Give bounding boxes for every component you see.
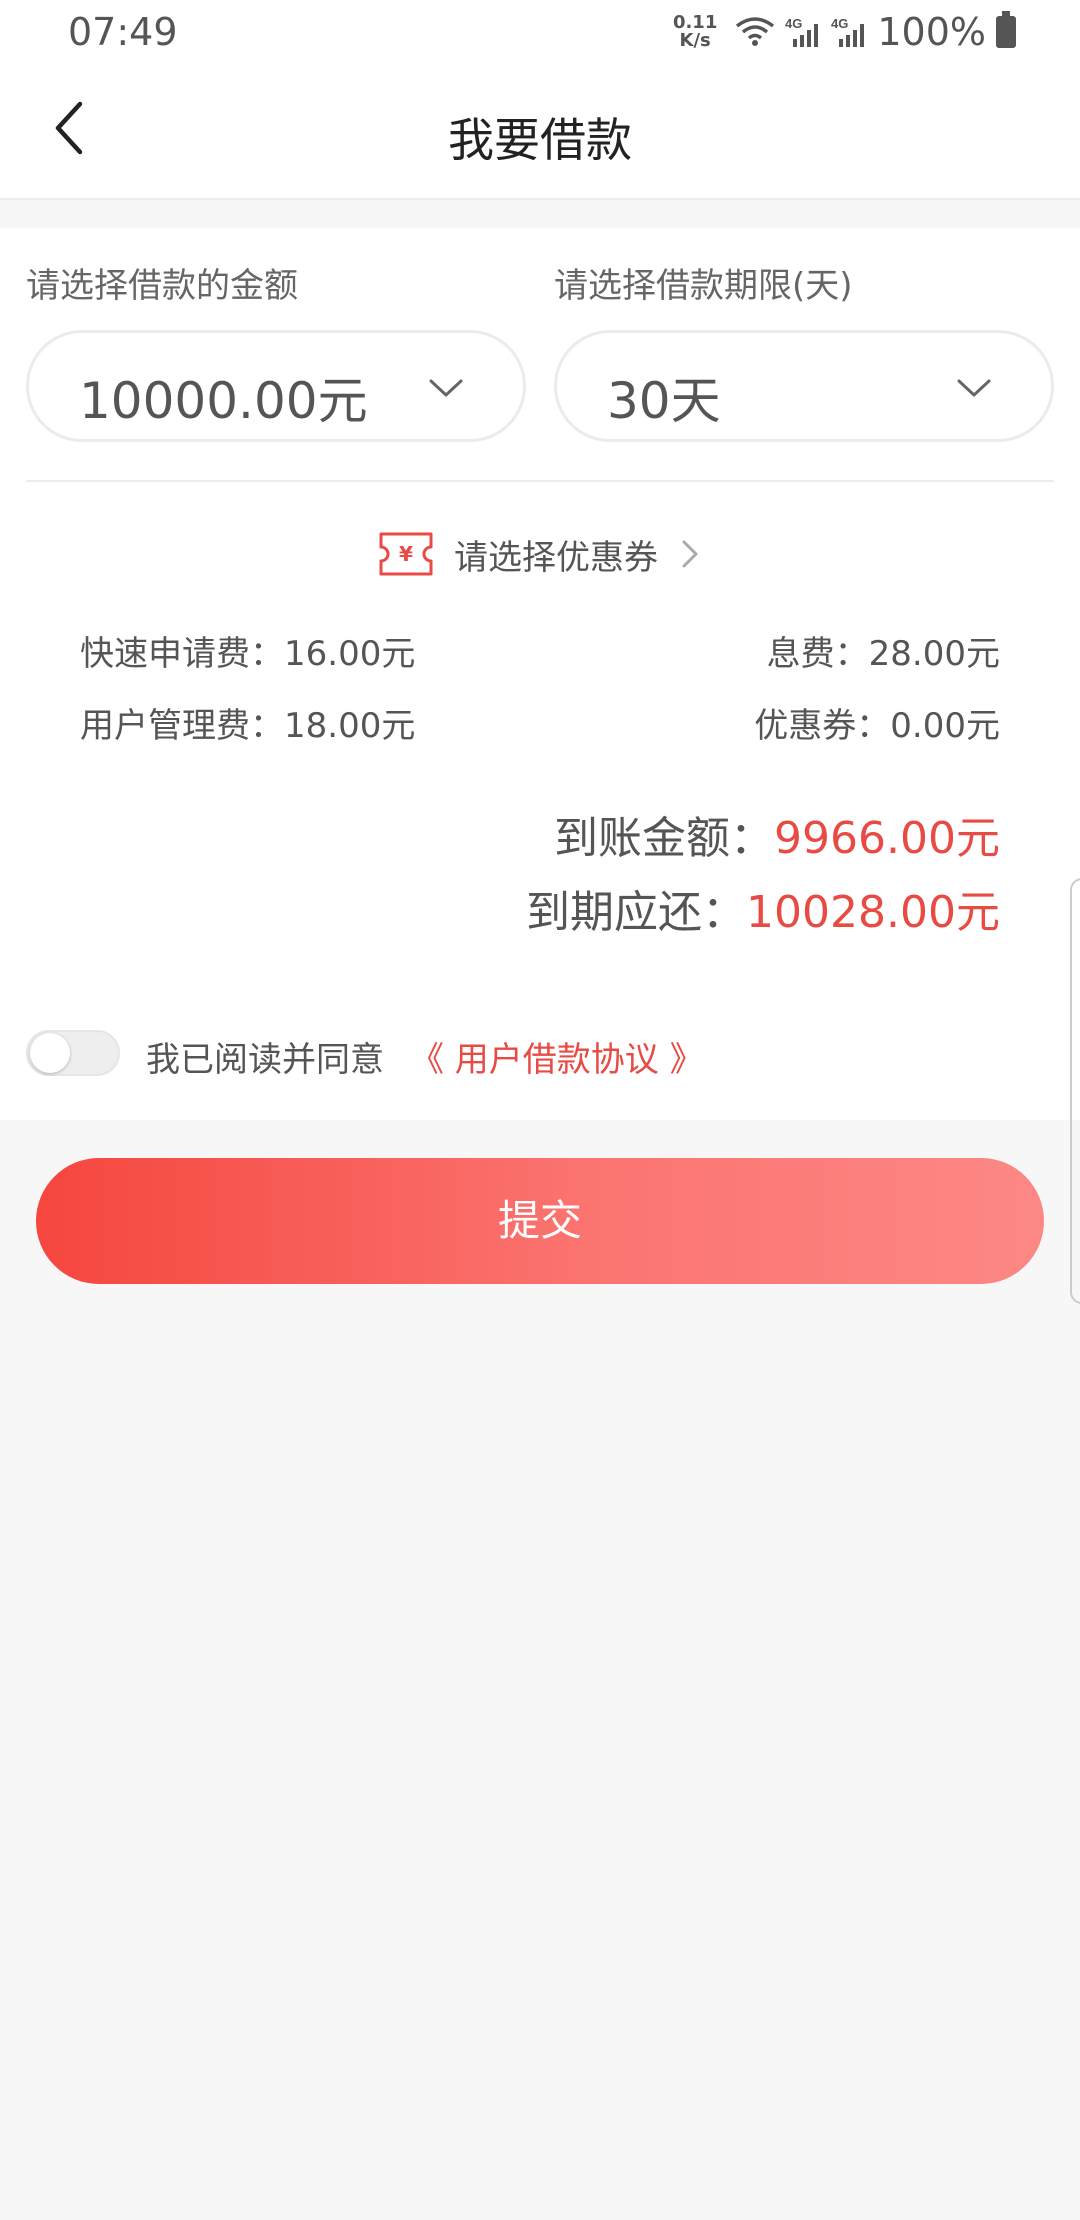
term-select[interactable]: 30天 xyxy=(554,330,1054,442)
toggle-knob xyxy=(30,1033,70,1073)
coupon-discount: 优惠券：0.00元 xyxy=(754,706,1000,746)
svg-text:¥: ¥ xyxy=(399,542,413,566)
agreement-toggle[interactable] xyxy=(26,1030,120,1076)
nav-bar: 我要借款 xyxy=(0,64,1080,200)
amount-value: 10000.00元 xyxy=(79,372,368,430)
interest-fee: 息费：28.00元 xyxy=(766,634,1000,674)
user-management-fee: 用户管理费：18.00元 xyxy=(80,706,416,746)
divider xyxy=(26,480,1054,482)
network-badge-2: 4G xyxy=(831,16,848,31)
loan-form: 请选择借款的金额 请选择借款期限(天) 10000.00元 30天 ¥ 请选择优… xyxy=(0,228,1080,1304)
amount-select[interactable]: 10000.00元 xyxy=(26,330,526,442)
due-label: 到期应还： xyxy=(526,887,747,938)
coupon-selector[interactable]: ¥ 请选择优惠券 xyxy=(0,524,1080,584)
status-icons: 0.11 K/s 4G 4G 100% xyxy=(673,10,1016,54)
amount-label: 请选择借款的金额 xyxy=(26,266,298,306)
chevron-down-icon xyxy=(429,379,463,397)
submit-button[interactable]: 提交 xyxy=(36,1158,1044,1284)
coupon-label: 请选择优惠券 xyxy=(454,537,658,578)
page-title: 我要借款 xyxy=(448,113,632,167)
battery-percent: 100% xyxy=(877,10,986,54)
battery-icon xyxy=(996,11,1016,48)
agreement-link[interactable]: 《 用户借款协议 》 xyxy=(410,1032,704,1081)
chevron-right-icon xyxy=(682,540,698,568)
due-value: 10028.00元 xyxy=(746,887,1000,938)
agreement-text: 我已阅读并同意 xyxy=(146,1040,384,1080)
status-bar: 07:49 0.11 K/s 4G 4G 100% xyxy=(0,0,1080,64)
term-value: 30天 xyxy=(607,372,721,430)
received-amount-row: 到账金额：9966.00元 xyxy=(554,802,1000,866)
signal-4g-icon: 4G xyxy=(785,16,819,47)
due-amount-row: 到期应还：10028.00元 xyxy=(526,876,1000,940)
wifi-icon xyxy=(736,17,775,46)
received-label: 到账金额： xyxy=(554,813,775,864)
status-time: 07:49 xyxy=(68,10,178,54)
coupon-icon: ¥ xyxy=(379,532,433,576)
chevron-down-icon xyxy=(957,379,991,397)
signal-4g-icon: 4G xyxy=(831,16,865,47)
received-value: 9966.00元 xyxy=(774,813,1000,864)
network-badge-1: 4G xyxy=(785,16,802,31)
term-label: 请选择借款期限(天) xyxy=(554,266,853,306)
quick-apply-fee: 快速申请费：16.00元 xyxy=(80,634,416,674)
network-speed: 0.11 K/s xyxy=(672,12,718,51)
edge-handle xyxy=(1070,878,1080,1304)
